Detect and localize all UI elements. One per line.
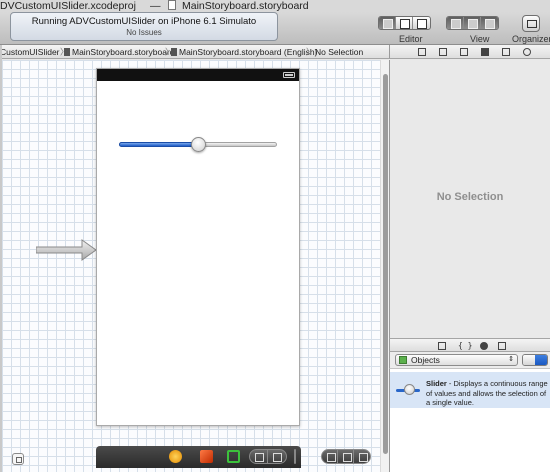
breadcrumb-project[interactable]: CustomUISlider xyxy=(0,46,60,58)
initial-view-controller-arrow-icon xyxy=(36,239,97,261)
library-tabs: { } xyxy=(389,338,550,352)
popup-arrows-icon: ⇕ xyxy=(508,356,514,363)
window-title-bar: DVCustomUISlider.xcodeproj — MainStorybo… xyxy=(0,0,550,12)
storyboard-icon xyxy=(64,48,70,56)
zoom-out-button[interactable] xyxy=(322,450,338,463)
view-label: View xyxy=(470,34,490,44)
window-title-dash: — xyxy=(150,0,161,12)
storyboard-doc-icon xyxy=(168,0,176,12)
library-item-description: Slider - Displays a continuous range of … xyxy=(426,379,548,408)
object-library-icon[interactable] xyxy=(480,342,488,350)
first-responder-icon[interactable] xyxy=(169,450,182,463)
view-controller-icon[interactable] xyxy=(200,450,213,463)
standard-editor-button[interactable] xyxy=(379,17,396,29)
canvas-scene-dock xyxy=(96,446,301,468)
slider-icon xyxy=(396,383,420,397)
align-icon[interactable] xyxy=(250,450,268,463)
jump-bar: CustomUISlider 〉 MainStoryboard.storyboa… xyxy=(0,45,389,59)
exit-icon[interactable] xyxy=(227,450,240,463)
version-editor-button[interactable] xyxy=(413,17,430,29)
library-view-mode-control xyxy=(522,354,548,366)
attributes-inspector-icon[interactable] xyxy=(481,48,489,56)
slider-minimum-track xyxy=(119,142,198,147)
canvas-vertical-scrollbar[interactable] xyxy=(380,60,389,472)
media-library-icon[interactable] xyxy=(498,342,506,350)
window-title-file: MainStoryboard.storyboard xyxy=(182,0,309,12)
activity-issues[interactable]: No Issues xyxy=(11,28,277,38)
quick-help-icon[interactable] xyxy=(439,48,447,56)
zoom-fit-button[interactable] xyxy=(338,450,354,463)
activity-status: Running ADVCustomUISlider on iPhone 6.1 … xyxy=(31,16,257,27)
layout-controls xyxy=(249,449,287,464)
uislider[interactable] xyxy=(119,137,277,152)
library-popup-label: Objects xyxy=(411,355,440,365)
editor-segmented-control xyxy=(378,16,431,30)
objects-icon xyxy=(399,356,407,364)
no-selection-label: No Selection xyxy=(436,191,504,203)
battery-icon xyxy=(283,72,295,78)
identity-inspector-icon[interactable] xyxy=(460,48,468,56)
file-template-library-icon[interactable] xyxy=(438,342,446,350)
library-popup-button[interactable]: Objects ⇕ xyxy=(395,354,518,366)
file-inspector-icon[interactable] xyxy=(418,48,426,56)
organizer-label: Organizer xyxy=(512,34,550,44)
document-outline-toggle-button[interactable] xyxy=(12,453,24,465)
scrollbar-thumb[interactable] xyxy=(383,74,388,454)
icon-view-button[interactable] xyxy=(523,355,535,365)
window-title-project: DVCustomUISlider.xcodeproj xyxy=(0,0,136,12)
inspector-tabs xyxy=(389,45,550,59)
breadcrumb-separator: 〉 xyxy=(306,47,315,57)
pin-icon[interactable] xyxy=(268,450,286,463)
connections-inspector-icon[interactable] xyxy=(523,48,531,56)
library-filter-bar: Objects ⇕ xyxy=(389,352,550,369)
library-item-name: Slider xyxy=(426,379,447,388)
debug-area-toggle-button[interactable] xyxy=(464,17,481,29)
storyboard-icon xyxy=(171,48,177,56)
assistant-editor-button[interactable] xyxy=(396,17,413,29)
list-view-button[interactable] xyxy=(535,355,547,365)
organizer-button[interactable] xyxy=(522,15,540,32)
view-controller-scene[interactable] xyxy=(96,68,300,426)
size-inspector-icon[interactable] xyxy=(502,48,510,56)
utilities-toggle-button[interactable] xyxy=(481,17,498,29)
navigator-toggle-button[interactable] xyxy=(447,17,464,29)
inspector-pane: No Selection xyxy=(389,60,550,338)
zoom-in-button[interactable] xyxy=(354,450,370,463)
toolbar: Running ADVCustomUISlider on iPhone 6.1 … xyxy=(0,12,550,45)
status-bar xyxy=(97,69,299,81)
library-item-slider[interactable]: Slider - Displays a continuous range of … xyxy=(390,372,550,408)
slider-thumb[interactable] xyxy=(191,137,206,152)
breadcrumb-selection[interactable]: No Selection xyxy=(315,46,363,58)
object-library-list[interactable]: Slider - Displays a continuous range of … xyxy=(389,369,550,472)
storyboard-canvas[interactable] xyxy=(2,60,380,472)
view-segmented-control xyxy=(446,16,499,30)
code-snippet-library-icon[interactable]: { } xyxy=(458,342,472,350)
activity-viewer[interactable]: Running ADVCustomUISlider on iPhone 6.1 … xyxy=(10,12,278,41)
zoom-controls xyxy=(321,449,371,464)
breadcrumb-storyboard-english[interactable]: MainStoryboard.storyboard (English) xyxy=(171,46,317,58)
editor-label: Editor xyxy=(399,34,423,44)
breadcrumb-storyboard[interactable]: MainStoryboard.storyboard xyxy=(64,46,175,58)
